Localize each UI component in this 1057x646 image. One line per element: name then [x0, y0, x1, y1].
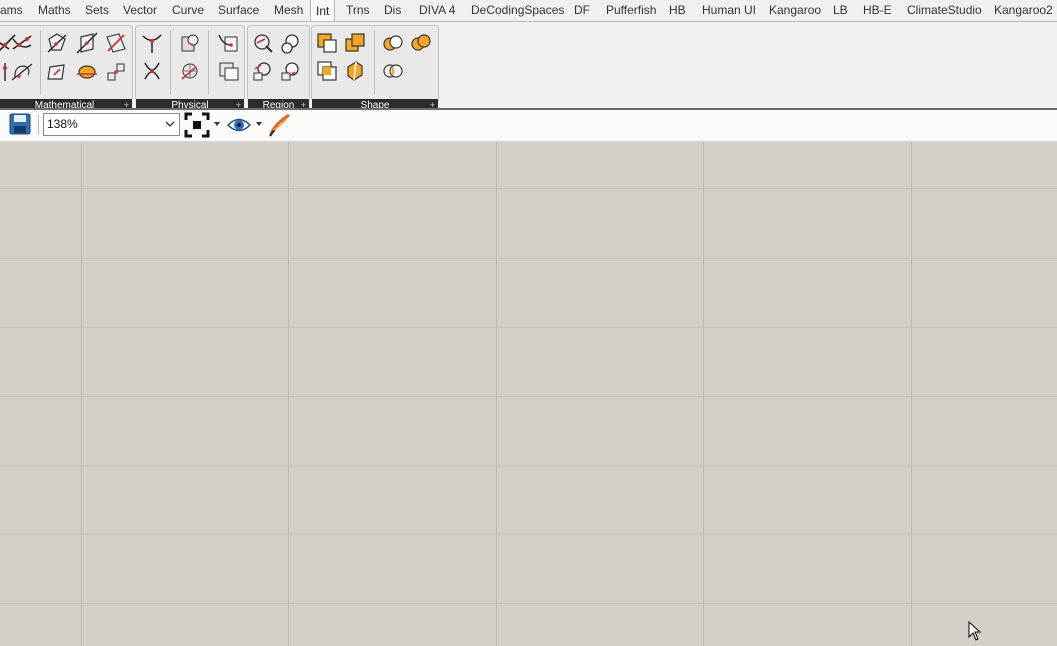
tab-diva4[interactable]: DIVA 4: [419, 0, 455, 21]
tab-maths[interactable]: Maths: [38, 0, 71, 21]
tab-trns[interactable]: Trns: [346, 0, 370, 21]
grid-line: [0, 465, 1057, 466]
tab-params[interactable]: ams: [0, 0, 23, 21]
grid-line: [0, 188, 1057, 189]
solid-union-icon[interactable]: [343, 31, 367, 55]
panel-separator: [40, 30, 41, 94]
ribbon-tab-strip: ams Maths Sets Vector Curve Surface Mesh…: [0, 0, 1057, 21]
grid-line: [81, 142, 82, 646]
split-with-breps-icon[interactable]: [279, 59, 303, 83]
tab-hb-e[interactable]: HB-E: [863, 0, 892, 21]
tab-surface[interactable]: Surface: [218, 0, 259, 21]
curve-self-icon[interactable]: [140, 59, 164, 83]
preview-eye-icon[interactable]: [226, 114, 252, 136]
plane-line-icon[interactable]: [75, 31, 99, 55]
tab-lb[interactable]: LB: [833, 0, 848, 21]
split-brep-icon[interactable]: [343, 59, 367, 83]
plane-plane-plane-icon[interactable]: [104, 60, 128, 84]
chevron-down-icon[interactable]: [162, 115, 178, 134]
section-icon[interactable]: [75, 60, 99, 84]
zoom-extents-icon[interactable]: [184, 112, 210, 138]
tab-int[interactable]: Int: [310, 0, 336, 21]
grid-line: [703, 142, 704, 646]
save-icon[interactable]: [8, 112, 32, 136]
tab-hb[interactable]: HB: [669, 0, 686, 21]
tab-decodingspaces[interactable]: DeCodingSpaces: [471, 0, 564, 21]
grid-line: [0, 258, 1057, 259]
tab-climatestudio[interactable]: ClimateStudio: [907, 0, 982, 21]
tab-vector[interactable]: Vector: [123, 0, 157, 21]
dropdown-arrow-icon[interactable]: [213, 121, 221, 127]
tab-dis[interactable]: Dis: [384, 0, 401, 21]
contour-icon[interactable]: [10, 60, 34, 84]
brep-line-icon[interactable]: [45, 31, 69, 55]
grid-line: [496, 142, 497, 646]
tab-kangaroo[interactable]: Kangaroo: [769, 0, 821, 21]
curve-curve-icon[interactable]: [140, 31, 164, 55]
brep-brep-icon[interactable]: [178, 31, 202, 55]
panel-separator: [170, 30, 171, 94]
canvas-toolbar: 138%: [0, 110, 1057, 142]
tab-df[interactable]: DF: [574, 0, 590, 21]
plane-region-icon[interactable]: [45, 60, 69, 84]
region-difference-icon[interactable]: [381, 31, 405, 55]
tab-kangaroo2[interactable]: Kangaroo2: [994, 0, 1053, 21]
grid-line: [911, 142, 912, 646]
grid-line: [288, 142, 289, 646]
region-intersection-icon[interactable]: [381, 59, 405, 83]
panel-region: Region +: [247, 25, 310, 112]
panel-shape: Shape +: [311, 25, 439, 112]
tab-pufferfish[interactable]: Pufferfish: [606, 0, 656, 21]
grid-line: [0, 603, 1057, 604]
dropdown-arrow-icon[interactable]: [255, 121, 263, 127]
mesh-mesh-icon[interactable]: [178, 59, 202, 83]
grid-line: [0, 396, 1057, 397]
solid-intersection-icon[interactable]: [315, 59, 339, 83]
region-union-icon[interactable]: [409, 31, 433, 55]
tab-human-ui[interactable]: Human UI: [702, 0, 756, 21]
mesh-ray-icon[interactable]: [217, 31, 241, 55]
tab-curve[interactable]: Curve: [172, 0, 204, 21]
sketch-pen-icon[interactable]: [267, 112, 293, 138]
component-ribbon: Mathematical + Physical + Region + Shape…: [0, 21, 1057, 112]
tab-mesh[interactable]: Mesh: [274, 0, 303, 21]
surface-split-icon[interactable]: [217, 59, 241, 83]
grid-line: [0, 534, 1057, 535]
panel-mathematical: Mathematical +: [0, 25, 133, 112]
panel-separator: [208, 30, 209, 94]
grid-line: [0, 327, 1057, 328]
grasshopper-canvas[interactable]: [0, 142, 1057, 646]
panel-separator: [374, 30, 375, 94]
trim-with-region-icon[interactable]: [251, 31, 275, 55]
panel-physical: Physical +: [135, 25, 245, 112]
split-with-brep-icon[interactable]: [251, 59, 275, 83]
curve-line-icon[interactable]: [10, 31, 34, 55]
trim-with-regions-icon[interactable]: [279, 31, 303, 55]
toolbar-separator: [38, 115, 39, 135]
mouse-cursor-icon: [968, 621, 982, 641]
solid-difference-icon[interactable]: [315, 31, 339, 55]
zoom-combobox[interactable]: 138%: [43, 113, 180, 136]
plane-plane-icon[interactable]: [104, 31, 128, 55]
zoom-value: 138%: [47, 117, 78, 131]
tab-sets[interactable]: Sets: [85, 0, 109, 21]
